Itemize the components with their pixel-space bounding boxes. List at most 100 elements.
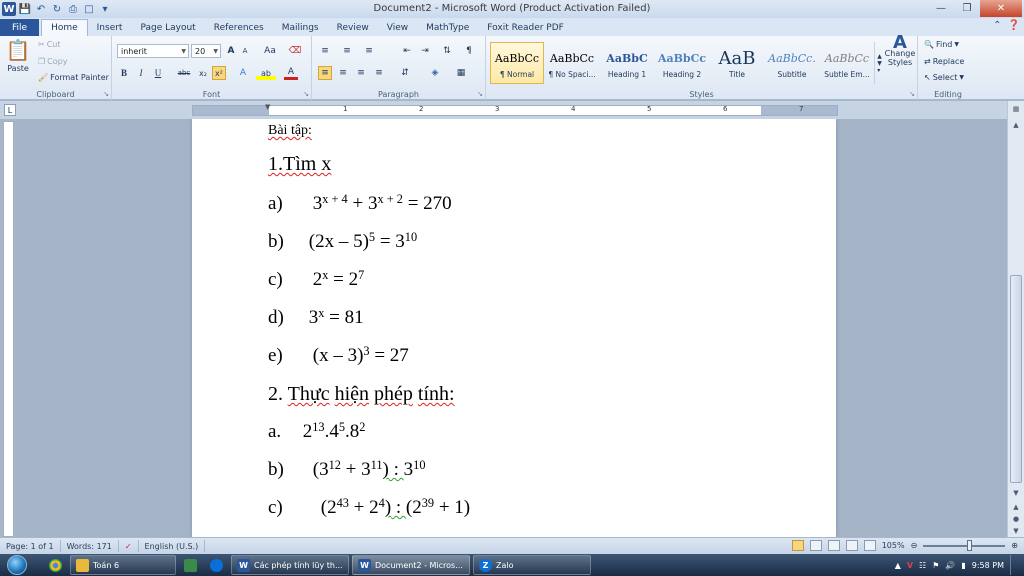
clipboard-dialog-launcher-icon[interactable]: ↘ <box>103 90 109 98</box>
scrollbar-thumb[interactable] <box>1010 275 1022 483</box>
previous-page-icon[interactable]: ▲ <box>1010 501 1022 513</box>
tab-references[interactable]: References <box>205 19 273 36</box>
taskbar-chrome[interactable] <box>44 555 67 575</box>
minimize-ribbon-icon[interactable]: ⌃ <box>993 20 1001 31</box>
minimize-button[interactable]: — <box>928 0 954 17</box>
scroll-up-icon[interactable]: ▲ <box>1010 119 1022 131</box>
clear-formatting-icon[interactable]: ⌫ <box>288 44 302 58</box>
strikethrough-button[interactable]: abc <box>174 66 194 80</box>
taskbar-app[interactable] <box>179 555 202 575</box>
grow-font-button[interactable]: A <box>224 44 238 58</box>
subscript-button[interactable]: x₂ <box>196 66 210 80</box>
bullets-icon[interactable]: ≡ <box>318 44 332 58</box>
tab-review[interactable]: Review <box>328 19 378 36</box>
clock[interactable]: 9:58 PM <box>972 561 1004 570</box>
taskbar-zalo[interactable]: Z Zalo <box>473 555 591 575</box>
increase-indent-icon[interactable]: ⇥ <box>418 44 432 58</box>
language[interactable]: English (U.S.) <box>139 540 206 552</box>
scroll-down-icon[interactable]: ▼ <box>1010 487 1022 499</box>
page-count[interactable]: Page: 1 of 1 <box>0 540 61 552</box>
style-heading-1[interactable]: AaBbC Heading 1 <box>600 42 654 84</box>
network-icon[interactable]: ☷ <box>919 561 926 570</box>
text-effects-button[interactable]: A <box>236 66 250 80</box>
replace-button[interactable]: ⇄ Replace <box>924 57 964 66</box>
vertical-scrollbar[interactable]: ▦ ▲ ▼ ▲ ● ▼ <box>1007 101 1024 537</box>
proofing-icon[interactable]: ✓ <box>119 540 139 552</box>
save-icon[interactable]: 💾 <box>18 2 32 16</box>
maximize-button[interactable]: ❐ <box>954 0 980 17</box>
browse-object-icon[interactable]: ● <box>1010 513 1022 525</box>
font-size-combo[interactable]: 20 ▼ <box>191 44 221 58</box>
style-no-spacing[interactable]: AaBbCc ¶ No Spaci... <box>545 42 599 84</box>
find-button[interactable]: 🔍 Find ▼ <box>924 40 959 49</box>
taskbar-word-cac-phep-tinh[interactable]: W Các phép tính lũy th... <box>231 555 349 575</box>
indent-marker-icon[interactable]: ▼ <box>265 103 270 111</box>
paste-button[interactable]: 📋 Paste <box>4 38 32 73</box>
underline-button[interactable]: U <box>151 66 165 80</box>
font-color-button[interactable]: A <box>284 66 298 80</box>
tab-selector-icon[interactable]: L <box>4 104 16 116</box>
taskbar-toan6[interactable]: Toán 6 <box>70 555 176 575</box>
taskbar-zalo-small[interactable] <box>205 555 228 575</box>
bold-button[interactable]: B <box>117 66 131 80</box>
tab-insert[interactable]: Insert <box>88 19 132 36</box>
shrink-font-button[interactable]: A <box>238 44 252 58</box>
style-normal[interactable]: AaBbCc ¶ Normal <box>490 42 544 84</box>
start-button[interactable] <box>4 554 30 576</box>
web-layout-view-icon[interactable] <box>827 540 840 551</box>
document-page[interactable]: Bài tập: 1.Tìm x a) 3x + 4 + 3x + 2 = 27… <box>192 119 836 537</box>
style-subtitle[interactable]: AaBbCc. Subtitle <box>765 42 819 84</box>
align-center-icon[interactable]: ≡ <box>336 66 350 80</box>
borders-icon[interactable]: ▦ <box>454 66 468 80</box>
signal-icon[interactable]: ▮ <box>961 561 965 570</box>
word-count[interactable]: Words: 171 <box>61 540 119 552</box>
multilevel-list-icon[interactable]: ≡ <box>362 44 376 58</box>
undo-icon[interactable]: ↶ <box>34 2 48 16</box>
superscript-button[interactable]: x² <box>212 66 226 80</box>
styles-dialog-launcher-icon[interactable]: ↘ <box>909 90 915 98</box>
line-spacing-icon[interactable]: ⇵ <box>398 66 412 80</box>
tab-mathtype[interactable]: MathType <box>417 19 478 36</box>
tab-mailings[interactable]: Mailings <box>273 19 328 36</box>
next-page-icon[interactable]: ▼ <box>1010 525 1022 537</box>
draft-view-icon[interactable] <box>863 540 876 551</box>
cut-button[interactable]: ✂ Cut <box>38 40 61 49</box>
copy-button[interactable]: ❐ Copy <box>38 57 67 66</box>
show-formatting-icon[interactable]: ¶ <box>462 44 476 58</box>
print-preview-icon[interactable]: ⎙ <box>66 2 80 16</box>
zoom-slider[interactable] <box>923 539 1006 551</box>
new-document-icon[interactable]: □ <box>82 2 96 16</box>
format-painter-button[interactable]: 🖌 Format Painter <box>38 73 109 82</box>
shading-icon[interactable]: ◈ <box>428 66 442 80</box>
numbering-icon[interactable]: ≡ <box>340 44 354 58</box>
decrease-indent-icon[interactable]: ⇤ <box>400 44 414 58</box>
styles-gallery-scroll[interactable]: ▲ ▼ ▾ <box>874 42 884 84</box>
paragraph-dialog-launcher-icon[interactable]: ↘ <box>477 90 483 98</box>
tab-home[interactable]: Home <box>41 19 88 36</box>
horizontal-ruler[interactable]: 1 2 3 4 5 6 7 ▼ <box>192 103 838 116</box>
zoom-out-icon[interactable]: ⊖ <box>911 541 918 550</box>
volume-icon[interactable]: 🔊 <box>945 561 955 570</box>
font-name-combo[interactable]: inherit ▼ <box>117 44 189 58</box>
tab-page-layout[interactable]: Page Layout <box>131 19 204 36</box>
close-button[interactable]: ✕ <box>980 0 1022 17</box>
tab-file[interactable]: File <box>0 19 40 36</box>
print-layout-view-icon[interactable] <box>791 540 804 551</box>
customize-arrow-icon[interactable]: ▾ <box>98 2 112 16</box>
full-screen-reading-view-icon[interactable] <box>809 540 822 551</box>
style-title[interactable]: AaB Title <box>710 42 764 84</box>
word-logo-icon[interactable]: W <box>2 2 16 16</box>
zoom-in-icon[interactable]: ⊕ <box>1011 541 1018 550</box>
flag-icon[interactable]: ⚑ <box>932 561 939 570</box>
change-styles-button[interactable]: A Change Styles <box>884 34 916 68</box>
justify-icon[interactable]: ≡ <box>372 66 386 80</box>
sort-icon[interactable]: ⇅ <box>440 44 454 58</box>
italic-button[interactable]: I <box>134 66 148 80</box>
show-hidden-icons-icon[interactable]: ▲ <box>895 561 901 570</box>
show-desktop-button[interactable] <box>1010 555 1018 575</box>
ruler-toggle-icon[interactable]: ▦ <box>1010 103 1022 115</box>
style-subtle-emphasis[interactable]: AaBbCc Subtle Em... <box>820 42 874 84</box>
vertical-ruler[interactable] <box>3 121 14 537</box>
redo-icon[interactable]: ↻ <box>50 2 64 16</box>
tab-view[interactable]: View <box>378 19 417 36</box>
